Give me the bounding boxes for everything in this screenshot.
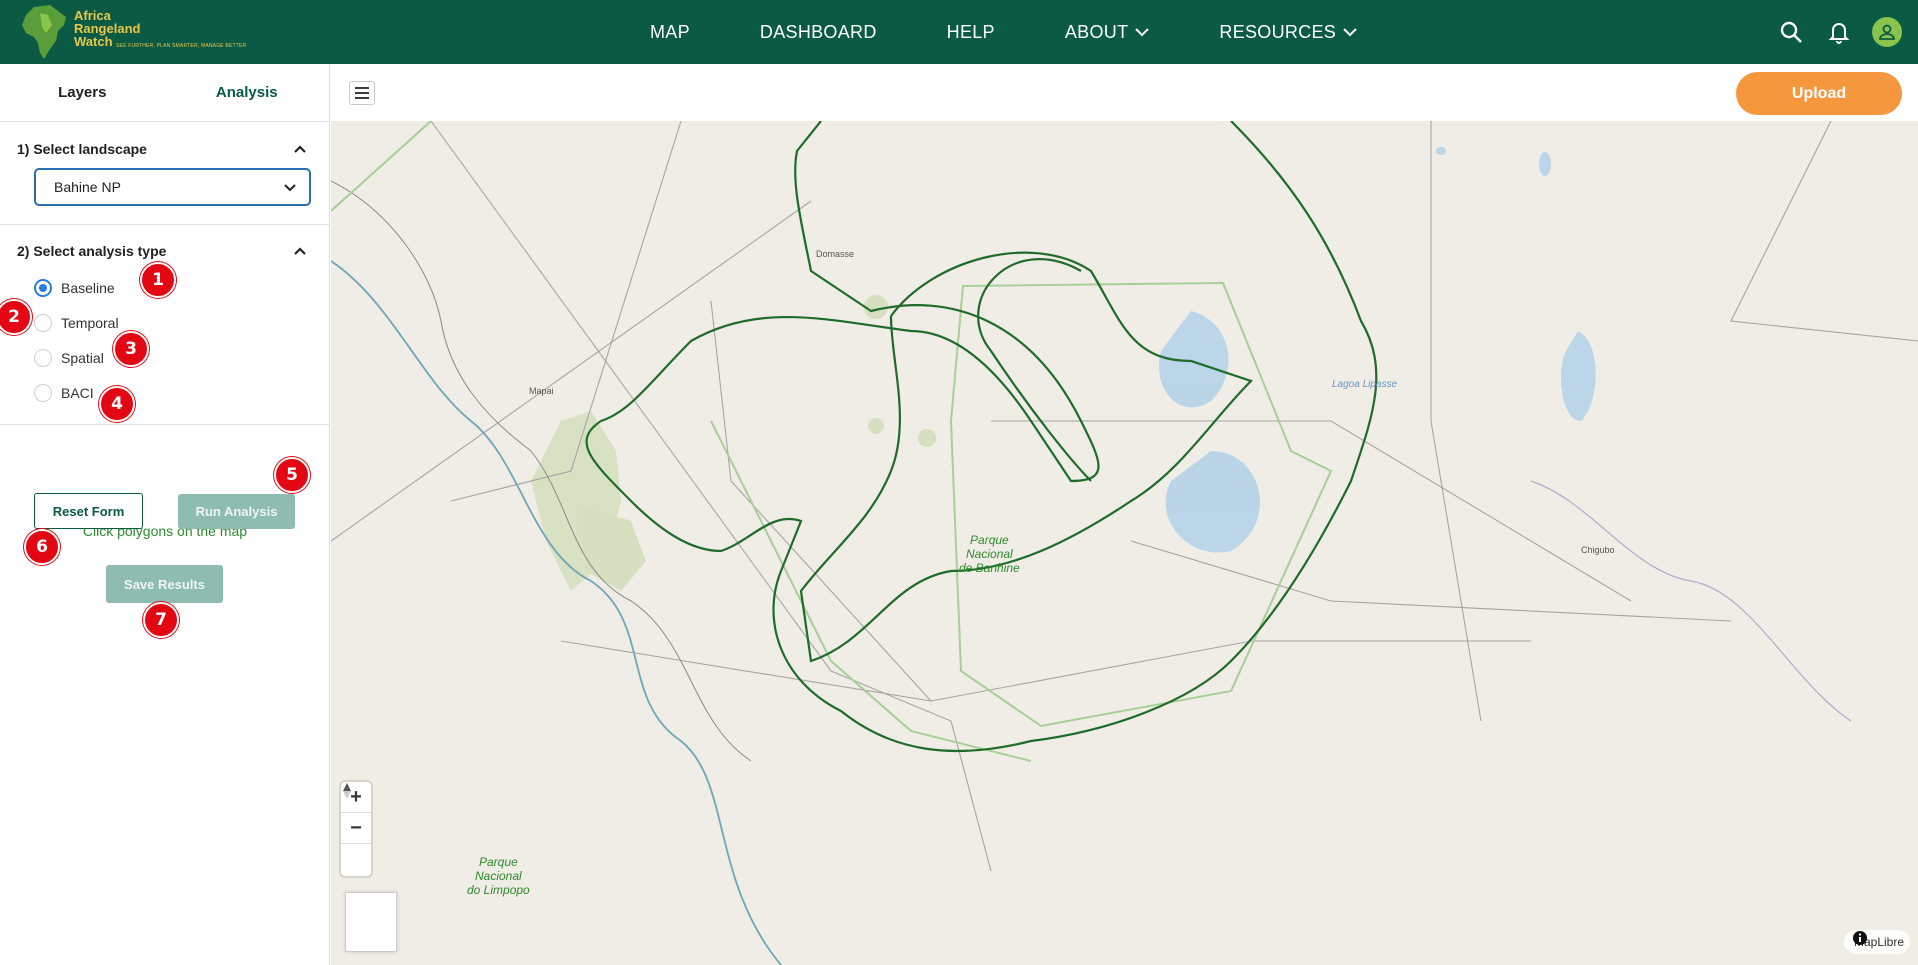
reset-form-button[interactable]: Reset Form [34, 493, 143, 529]
africa-map-icon [22, 5, 66, 59]
minimap[interactable] [345, 892, 397, 952]
map-canvas[interactable]: Domasse Mapai Chigubo Lagoa Lipasse Parq… [331, 121, 1918, 965]
section-landscape-header[interactable]: 1) Select landscape [0, 130, 329, 168]
radio-spatial[interactable]: Spatial [0, 340, 329, 375]
chevron-up-icon [294, 145, 306, 153]
tab-analysis[interactable]: Analysis [165, 64, 330, 121]
run-analysis-button[interactable]: Run Analysis [178, 494, 295, 529]
landscape-select-value: Bahine NP [54, 179, 121, 195]
app-logo[interactable]: Africa Rangeland Watch SEE FURTHER, PLAN… [20, 3, 246, 61]
section-landscape-title: 1) Select landscape [17, 141, 147, 157]
user-avatar-icon[interactable] [1872, 17, 1902, 47]
main-nav: MAP DASHBOARD HELP ABOUT RESOURCES [650, 0, 1427, 64]
radio-button[interactable] [34, 348, 52, 367]
lake-label-lagoa-lipasse: Lagoa Lipasse [1332, 379, 1398, 390]
menu-icon[interactable] [349, 81, 375, 105]
annotation-badge-4: 4 [99, 386, 135, 422]
annotation-badge-5: 5 [274, 457, 310, 493]
park-label-banhine: Parque Nacional de Banhine [959, 533, 1020, 575]
annotation-badge-7: 7 [143, 602, 179, 638]
tab-layers[interactable]: Layers [0, 64, 165, 121]
map-layer [331, 121, 1918, 965]
bell-icon[interactable] [1824, 17, 1854, 47]
radio-button-checked[interactable] [34, 278, 52, 297]
radio-label-baci: BACI [61, 384, 94, 401]
place-label-domasse: Domasse [816, 249, 855, 259]
top-navbar: Africa Rangeland Watch SEE FURTHER, PLAN… [0, 0, 1918, 64]
nav-about[interactable]: ABOUT [1065, 22, 1150, 43]
save-results-button[interactable]: Save Results [106, 565, 223, 603]
zoom-controls: + − [341, 782, 371, 876]
chevron-up-icon [294, 247, 306, 255]
annotation-badge-6: 6 [24, 529, 60, 565]
landscape-select[interactable]: Bahine NP [34, 168, 311, 206]
place-label-mapai: Mapai [529, 386, 554, 396]
annotation-badge-3: 3 [113, 331, 149, 367]
chevron-down-icon [1135, 28, 1150, 37]
radio-button[interactable] [34, 313, 52, 332]
radio-baci[interactable]: BACI [0, 375, 329, 410]
nav-help[interactable]: HELP [947, 22, 995, 43]
info-icon[interactable] [1852, 930, 1868, 946]
section-analysis-type-title: 2) Select analysis type [17, 243, 167, 259]
radio-label-baseline: Baseline [61, 279, 115, 296]
chevron-down-icon [1343, 28, 1357, 37]
chevron-down-icon [284, 184, 296, 192]
radio-label-spatial: Spatial [61, 349, 104, 366]
nav-resources[interactable]: RESOURCES [1219, 22, 1357, 43]
map-toolbar: Upload [331, 64, 1918, 121]
map-attribution: MapLibre [1843, 930, 1910, 954]
analysis-sidebar: Layers Analysis 1) Select landscape Bahi… [0, 64, 330, 965]
divider [0, 424, 329, 425]
sidebar-tabs: Layers Analysis [0, 64, 329, 122]
park-label-limpopo: Parque Nacional do Limpopo [467, 855, 530, 897]
search-icon[interactable] [1776, 17, 1806, 47]
logo-tagline: SEE FURTHER, PLAN SMARTER, MANAGE BETTER [116, 43, 247, 49]
radio-temporal[interactable]: Temporal [0, 305, 329, 340]
compass-icon[interactable] [341, 783, 371, 875]
radio-button[interactable] [34, 383, 52, 402]
radio-label-temporal: Temporal [61, 314, 119, 331]
annotation-badge-1: 1 [140, 262, 176, 298]
nav-map[interactable]: MAP [650, 22, 690, 43]
top-icons [1776, 0, 1918, 64]
upload-button[interactable]: Upload [1736, 72, 1902, 115]
place-label-chigubo: Chigubo [1581, 545, 1615, 555]
zoom-out-button[interactable]: − [341, 813, 371, 844]
nav-dashboard[interactable]: DASHBOARD [760, 22, 877, 43]
